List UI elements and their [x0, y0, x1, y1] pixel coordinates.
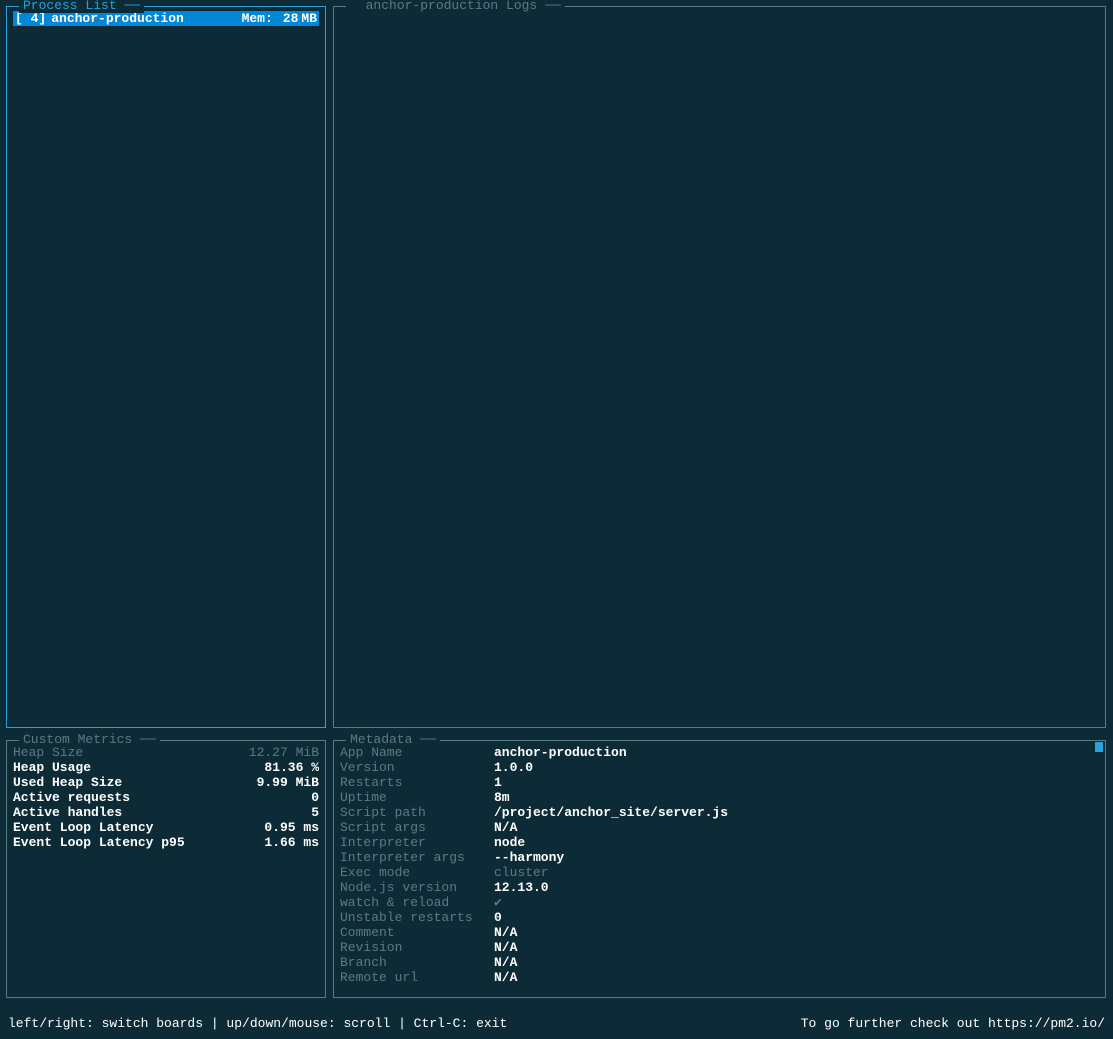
metadata-label: Interpreter: [340, 835, 494, 850]
metadata-value: N/A: [494, 970, 517, 985]
metadata-value: /project/anchor_site/server.js: [494, 805, 728, 820]
metadata-label: watch & reload: [340, 895, 494, 910]
metadata-label: Script args: [340, 820, 494, 835]
metric-value: 9.99 MiB: [257, 775, 319, 790]
metadata-value: cluster: [494, 865, 549, 880]
metadata-label: Uptime: [340, 790, 494, 805]
metadata-label: Comment: [340, 925, 494, 940]
metadata-row: CommentN/A: [340, 925, 1099, 940]
logs-panel[interactable]: anchor-production Logs ──: [333, 6, 1106, 728]
process-mem-label: Mem:: [242, 11, 283, 26]
metric-row: Active requests 0: [13, 790, 319, 805]
footer-link-text: To go further check out https://pm2.io/: [801, 1016, 1105, 1032]
process-mem-unit: MB: [301, 11, 317, 26]
metric-row: Active handles 5: [13, 805, 319, 820]
footer-bar: left/right: switch boards | up/down/mous…: [0, 1009, 1113, 1039]
metadata-label: Version: [340, 760, 494, 775]
metadata-label: Revision: [340, 940, 494, 955]
metadata-label: Unstable restarts: [340, 910, 494, 925]
logs-title: anchor-production Logs ──: [346, 0, 565, 13]
metric-label: Active handles: [13, 805, 122, 820]
metadata-value: N/A: [494, 940, 517, 955]
metric-label: Event Loop Latency: [13, 820, 153, 835]
metric-value: 5: [311, 805, 319, 820]
metadata-row: RevisionN/A: [340, 940, 1099, 955]
metadata-row: Exec modecluster: [340, 865, 1099, 880]
metadata-row: Uptime8m: [340, 790, 1099, 805]
metadata-content: App Nameanchor-productionVersion1.0.0Res…: [334, 741, 1105, 997]
metadata-value: N/A: [494, 820, 517, 835]
metadata-label: Restarts: [340, 775, 494, 790]
metric-value: 12.27 MiB: [249, 745, 319, 760]
metadata-row: Script path/project/anchor_site/server.j…: [340, 805, 1099, 820]
metric-label: Heap Usage: [13, 760, 91, 775]
metric-label: Used Heap Size: [13, 775, 122, 790]
metadata-value: 12.13.0: [494, 880, 549, 895]
metadata-row: Version1.0.0: [340, 760, 1099, 775]
process-list-content: [ 4] anchor-production Mem: 28 MB: [7, 7, 325, 727]
metric-label: Heap Size: [13, 745, 83, 760]
metadata-label: Script path: [340, 805, 494, 820]
metadata-row: App Nameanchor-production: [340, 745, 1099, 760]
custom-metrics-panel[interactable]: Custom Metrics ── Heap Size12.27 MiBHeap…: [6, 740, 326, 998]
metric-label: Event Loop Latency p95: [13, 835, 185, 850]
process-list-panel[interactable]: Process List ── [ 4] anchor-production M…: [6, 6, 326, 728]
metadata-label: App Name: [340, 745, 494, 760]
metadata-row: Restarts1: [340, 775, 1099, 790]
scrollbar-thumb[interactable]: [1095, 742, 1103, 752]
metadata-row: Interpreter args--harmony: [340, 850, 1099, 865]
metadata-row: watch & reload✔: [340, 895, 1099, 910]
metric-row: Heap Usage 81.36 %: [13, 760, 319, 775]
metadata-value: 8m: [494, 790, 510, 805]
process-list-title: Process List ──: [19, 0, 144, 13]
metadata-row: Interpreternode: [340, 835, 1099, 850]
metric-row: Event Loop Latency p95 1.66 ms: [13, 835, 319, 850]
metadata-label: Branch: [340, 955, 494, 970]
metric-value: 1.66 ms: [264, 835, 319, 850]
metadata-row: Unstable restarts0: [340, 910, 1099, 925]
metadata-value: 1: [494, 775, 502, 790]
custom-metrics-content: Heap Size12.27 MiBHeap Usage81.36 %Used …: [7, 741, 325, 997]
metric-value: 0: [311, 790, 319, 805]
process-row[interactable]: [ 4] anchor-production Mem: 28 MB: [13, 11, 319, 26]
metadata-label: Exec mode: [340, 865, 494, 880]
metadata-value: ✔: [494, 895, 502, 910]
footer-help-text: left/right: switch boards | up/down/mous…: [8, 1016, 507, 1032]
metadata-row: Node.js version12.13.0: [340, 880, 1099, 895]
metadata-value: --harmony: [494, 850, 564, 865]
metadata-row: BranchN/A: [340, 955, 1099, 970]
process-id: [ 4]: [15, 11, 46, 26]
metadata-value: node: [494, 835, 525, 850]
metadata-value: N/A: [494, 925, 517, 940]
process-mem-value: 28: [283, 11, 302, 26]
metadata-value: 0: [494, 910, 502, 925]
custom-metrics-title: Custom Metrics ──: [19, 732, 160, 747]
metric-row: Event Loop Latency 0.95 ms: [13, 820, 319, 835]
metadata-row: Script argsN/A: [340, 820, 1099, 835]
metric-row: Used Heap Size 9.99 MiB: [13, 775, 319, 790]
metadata-label: Node.js version: [340, 880, 494, 895]
metric-value: 0.95 ms: [264, 820, 319, 835]
metadata-value: anchor-production: [494, 745, 627, 760]
metric-row: Heap Size 12.27 MiB: [13, 745, 319, 760]
metadata-label: Remote url: [340, 970, 494, 985]
metadata-panel[interactable]: Metadata ── App Nameanchor-productionVer…: [333, 740, 1106, 998]
metadata-label: Interpreter args: [340, 850, 494, 865]
metric-label: Active requests: [13, 790, 130, 805]
metadata-row: Remote urlN/A: [340, 970, 1099, 985]
metadata-value: N/A: [494, 955, 517, 970]
process-name: anchor-production: [51, 11, 184, 26]
metadata-value: 1.0.0: [494, 760, 533, 775]
metric-value: 81.36 %: [264, 760, 319, 775]
logs-content: [334, 7, 1105, 727]
